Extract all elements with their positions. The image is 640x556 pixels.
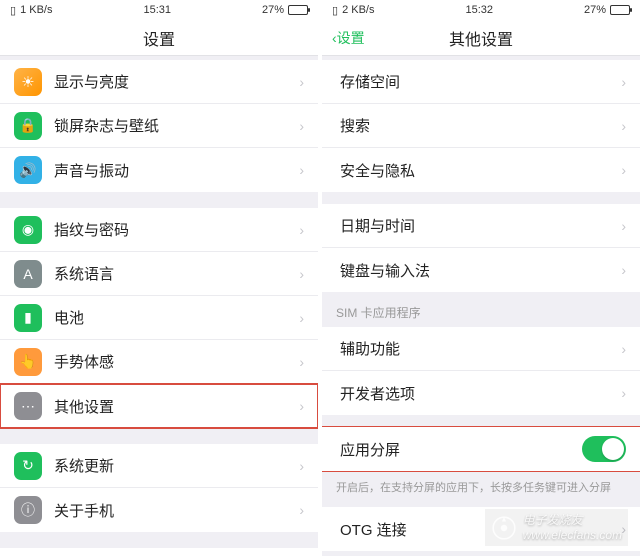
row-label: 日期与时间 xyxy=(340,215,621,236)
chevron-right-icon: › xyxy=(621,521,626,537)
fingerprint-password-row[interactable]: ◉ 指纹与密码› xyxy=(0,208,318,252)
chevron-right-icon: › xyxy=(299,266,304,282)
row-label: 存储空间 xyxy=(340,71,621,92)
other-settings-icon: ⋯ xyxy=(14,392,42,420)
chevron-right-icon: › xyxy=(299,354,304,370)
row-label: 安全与隐私 xyxy=(340,160,621,181)
status-time: 15:31 xyxy=(143,4,171,16)
lockscreen-wallpaper-row[interactable]: 🔒 锁屏杂志与壁纸› xyxy=(0,104,318,148)
row-label: 系统语言 xyxy=(54,263,299,284)
net-speed: 1 KB/s xyxy=(20,4,52,16)
about-phone-row[interactable]: ⓘ 关于手机› xyxy=(0,488,318,532)
row-label: 键盘与输入法 xyxy=(340,260,621,281)
row-label: 手势体感 xyxy=(54,351,299,372)
nav-bar: 设置 xyxy=(0,20,318,56)
other-settings-row[interactable]: ⋯ 其他设置› xyxy=(0,384,318,428)
display-brightness-icon: ☀ xyxy=(14,68,42,96)
app-split-toggle[interactable] xyxy=(582,436,626,462)
nav-bar: ‹ 设置 其他设置 xyxy=(322,20,640,56)
row-label: 搜索 xyxy=(340,115,621,136)
status-bar: ▯ 2 KB/s 15:32 27% xyxy=(322,0,640,20)
system-update-row[interactable]: ↻ 系统更新› xyxy=(0,444,318,488)
chevron-right-icon: › xyxy=(299,458,304,474)
row-label: 电池 xyxy=(54,307,299,328)
system-language-icon: A xyxy=(14,260,42,288)
chevron-right-icon: › xyxy=(621,162,626,178)
chevron-right-icon: › xyxy=(299,74,304,90)
chevron-right-icon: › xyxy=(621,262,626,278)
chevron-right-icon: › xyxy=(621,341,626,357)
keyboard-input-row[interactable]: 键盘与输入法› xyxy=(322,248,640,292)
sound-vibration-row[interactable]: 🔊 声音与振动› xyxy=(0,148,318,192)
back-label: 设置 xyxy=(337,28,365,48)
net-speed: 2 KB/s xyxy=(342,4,374,16)
sim-section-header: SIM 卡应用程序 xyxy=(322,292,640,327)
about-phone-icon: ⓘ xyxy=(14,496,42,524)
battery-percent: 27% xyxy=(584,4,606,16)
gesture-icon: 👆 xyxy=(14,348,42,376)
settings-screen: ▯ 1 KB/s 15:31 27% 设置 ☀显示与亮度›🔒锁屏杂志与壁纸›🔊声… xyxy=(0,0,318,556)
chevron-right-icon: › xyxy=(621,385,626,401)
search-row[interactable]: 搜索› xyxy=(322,104,640,148)
battery-row[interactable]: ▮ 电池› xyxy=(0,296,318,340)
back-button[interactable]: ‹ 设置 xyxy=(332,28,365,48)
row-label: OTG 连接 xyxy=(340,519,621,540)
row-label: 关于手机 xyxy=(54,500,299,521)
battery-percent: 27% xyxy=(262,4,284,16)
row-label: 开发者选项 xyxy=(340,383,621,404)
row-label: 其他设置 xyxy=(54,396,299,417)
row-label: 系统更新 xyxy=(54,455,299,476)
toggle-footnote: 开启后，在支持分屏的应用下，长按多任务键可进入分屏 xyxy=(322,471,640,503)
sound-vibration-icon: 🔊 xyxy=(14,156,42,184)
accessibility-row[interactable]: 辅助功能› xyxy=(322,327,640,371)
gesture-row[interactable]: 👆 手势体感› xyxy=(0,340,318,384)
toggle-label: 应用分屏 xyxy=(340,439,582,460)
app-split-screen-row[interactable]: 应用分屏 xyxy=(322,427,640,471)
fingerprint-password-icon: ◉ xyxy=(14,216,42,244)
row-label: 锁屏杂志与壁纸 xyxy=(54,115,299,136)
system-language-row[interactable]: A 系统语言› xyxy=(0,252,318,296)
row-label: 辅助功能 xyxy=(340,338,621,359)
chevron-right-icon: › xyxy=(621,118,626,134)
page-title: 设置 xyxy=(143,26,175,50)
chevron-right-icon: › xyxy=(621,74,626,90)
chevron-right-icon: › xyxy=(299,162,304,178)
chevron-right-icon: › xyxy=(621,218,626,234)
battery-icon xyxy=(288,5,308,15)
sim-icon: ▯ xyxy=(10,4,16,17)
sim-icon: ▯ xyxy=(332,4,338,17)
display-brightness-row[interactable]: ☀ 显示与亮度› xyxy=(0,60,318,104)
cloud-service-row[interactable]: ☁云服务› xyxy=(0,548,318,556)
security-privacy-row[interactable]: 安全与隐私› xyxy=(322,148,640,192)
otg-connect-row[interactable]: OTG 连接› xyxy=(322,507,640,551)
chevron-right-icon: › xyxy=(299,398,304,414)
date-time-row[interactable]: 日期与时间› xyxy=(322,204,640,248)
system-update-icon: ↻ xyxy=(14,452,42,480)
row-label: 显示与亮度 xyxy=(54,71,299,92)
chevron-right-icon: › xyxy=(299,118,304,134)
chevron-right-icon: › xyxy=(299,310,304,326)
status-time: 15:32 xyxy=(465,4,493,16)
other-settings-screen: ▯ 2 KB/s 15:32 27% ‹ 设置 其他设置 存储空间›搜索›安全与… xyxy=(322,0,640,556)
storage-row[interactable]: 存储空间› xyxy=(322,60,640,104)
lockscreen-wallpaper-icon: 🔒 xyxy=(14,112,42,140)
chevron-right-icon: › xyxy=(299,222,304,238)
battery-icon xyxy=(610,5,630,15)
developer-options-row[interactable]: 开发者选项› xyxy=(322,371,640,415)
row-label: 声音与振动 xyxy=(54,160,299,181)
battery-icon: ▮ xyxy=(14,304,42,332)
status-bar: ▯ 1 KB/s 15:31 27% xyxy=(0,0,318,20)
chevron-right-icon: › xyxy=(299,502,304,518)
row-label: 指纹与密码 xyxy=(54,219,299,240)
page-title: 其他设置 xyxy=(449,26,513,50)
